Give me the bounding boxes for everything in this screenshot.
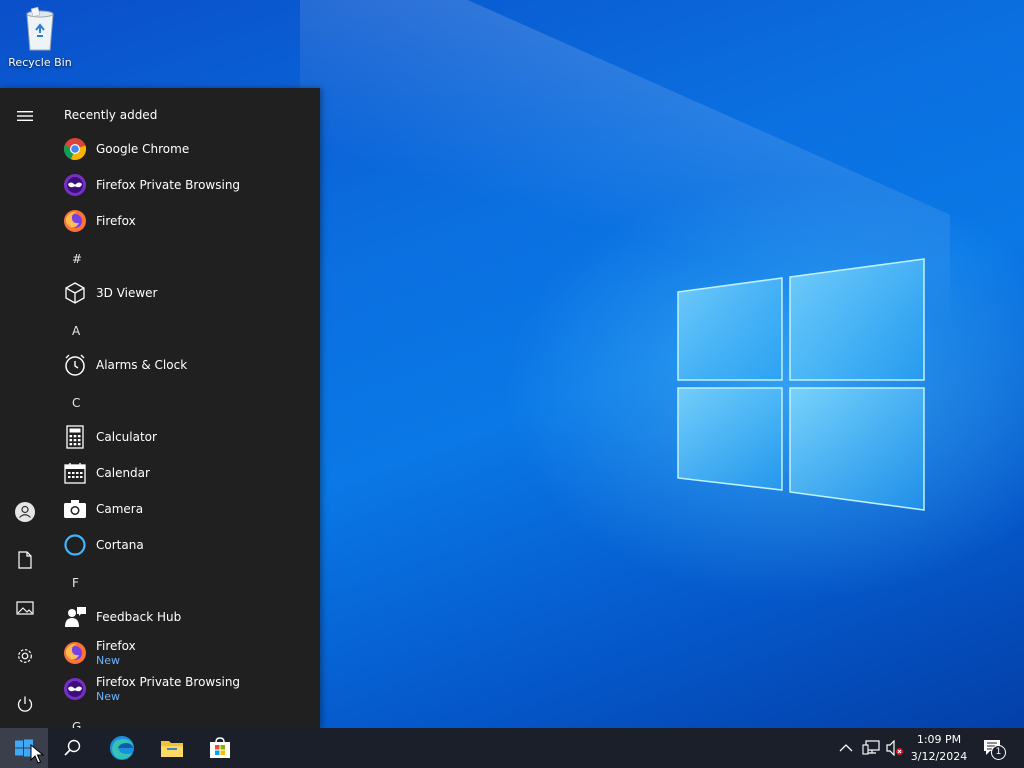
pictures-icon xyxy=(16,601,34,615)
group-letter[interactable]: G xyxy=(72,720,81,728)
show-hidden-icons-button[interactable] xyxy=(836,738,856,758)
settings-icon xyxy=(18,649,32,663)
app-list: Recently added Google Chrome Firefox Pri… xyxy=(50,88,320,728)
expand-menu-button[interactable] xyxy=(0,96,50,136)
settings-button[interactable] xyxy=(0,636,50,676)
calculator-icon xyxy=(62,424,88,450)
clock-date: 3/12/2024 xyxy=(910,750,968,763)
app-firefox-new[interactable]: Firefox New xyxy=(62,636,312,670)
documents-button[interactable] xyxy=(0,540,50,580)
group-letter[interactable]: A xyxy=(72,324,80,338)
power-icon xyxy=(17,696,33,712)
network-icon xyxy=(862,740,880,755)
power-button[interactable] xyxy=(0,684,50,724)
recycle-bin-icon xyxy=(26,6,54,51)
app-firefox[interactable]: Firefox xyxy=(62,204,312,238)
app-3d-viewer[interactable]: 3D Viewer xyxy=(62,276,312,310)
document-icon xyxy=(18,551,32,569)
app-alarms-clock[interactable]: Alarms & Clock xyxy=(62,348,312,382)
menu-icon xyxy=(17,111,33,121)
app-firefox-private-new[interactable]: Firefox Private Browsing New xyxy=(62,672,312,706)
app-feedback-hub[interactable]: Feedback Hub xyxy=(62,600,312,634)
start-rail xyxy=(0,88,50,728)
cortana-icon xyxy=(62,532,88,558)
app-cortana[interactable]: Cortana xyxy=(62,528,312,562)
section-recently-added: Recently added xyxy=(64,108,158,122)
group-letter[interactable]: F xyxy=(72,576,79,590)
volume-muted-icon xyxy=(886,740,903,756)
firefox-private-icon xyxy=(62,172,88,198)
cube-icon xyxy=(62,280,88,306)
edge-icon xyxy=(110,736,134,760)
app-camera[interactable]: Camera xyxy=(62,492,312,526)
file-explorer-taskbar-button[interactable] xyxy=(148,728,196,768)
camera-icon xyxy=(62,496,88,522)
file-explorer-icon xyxy=(161,741,183,757)
edge-taskbar-button[interactable] xyxy=(98,728,146,768)
user-account-button[interactable] xyxy=(0,492,50,532)
calendar-icon xyxy=(62,460,88,486)
new-badge: New xyxy=(96,653,120,667)
store-taskbar-button[interactable] xyxy=(196,728,244,768)
network-button[interactable] xyxy=(861,738,881,758)
clock-time: 1:09 PM xyxy=(916,733,962,746)
taskbar: 1:09 PM 3/12/2024 1 xyxy=(0,728,1024,768)
app-calendar[interactable]: Calendar xyxy=(62,456,312,490)
search-button[interactable] xyxy=(48,728,96,768)
action-center-button[interactable]: 1 xyxy=(982,738,1006,760)
windows-logo-wallpaper xyxy=(677,258,925,511)
app-firefox-private[interactable]: Firefox Private Browsing xyxy=(62,168,312,202)
app-google-chrome[interactable]: Google Chrome xyxy=(62,132,312,166)
app-calculator[interactable]: Calculator xyxy=(62,420,312,454)
firefox-icon xyxy=(62,640,88,666)
alarm-clock-icon xyxy=(62,352,88,378)
firefox-private-icon xyxy=(62,676,88,702)
search-icon xyxy=(64,739,81,756)
group-letter[interactable]: # xyxy=(72,252,82,266)
new-badge: New xyxy=(96,689,120,703)
user-icon xyxy=(15,502,35,522)
clock[interactable]: 1:09 PM 3/12/2024 xyxy=(904,731,974,765)
chevron-up-icon xyxy=(839,744,853,752)
firefox-icon xyxy=(62,208,88,234)
chrome-icon xyxy=(62,136,88,162)
feedback-icon xyxy=(62,604,88,630)
desktop-icon-recycle-bin[interactable]: Recycle Bin xyxy=(4,6,76,69)
mouse-cursor-icon xyxy=(30,744,44,764)
volume-button[interactable] xyxy=(885,738,905,758)
group-letter[interactable]: C xyxy=(72,396,80,410)
pictures-button[interactable] xyxy=(0,588,50,628)
store-icon xyxy=(210,737,230,758)
desktop-icon-label: Recycle Bin xyxy=(8,56,72,69)
start-menu: Recently added Google Chrome Firefox Pri… xyxy=(0,88,320,728)
notification-count-badge: 1 xyxy=(991,745,1006,760)
